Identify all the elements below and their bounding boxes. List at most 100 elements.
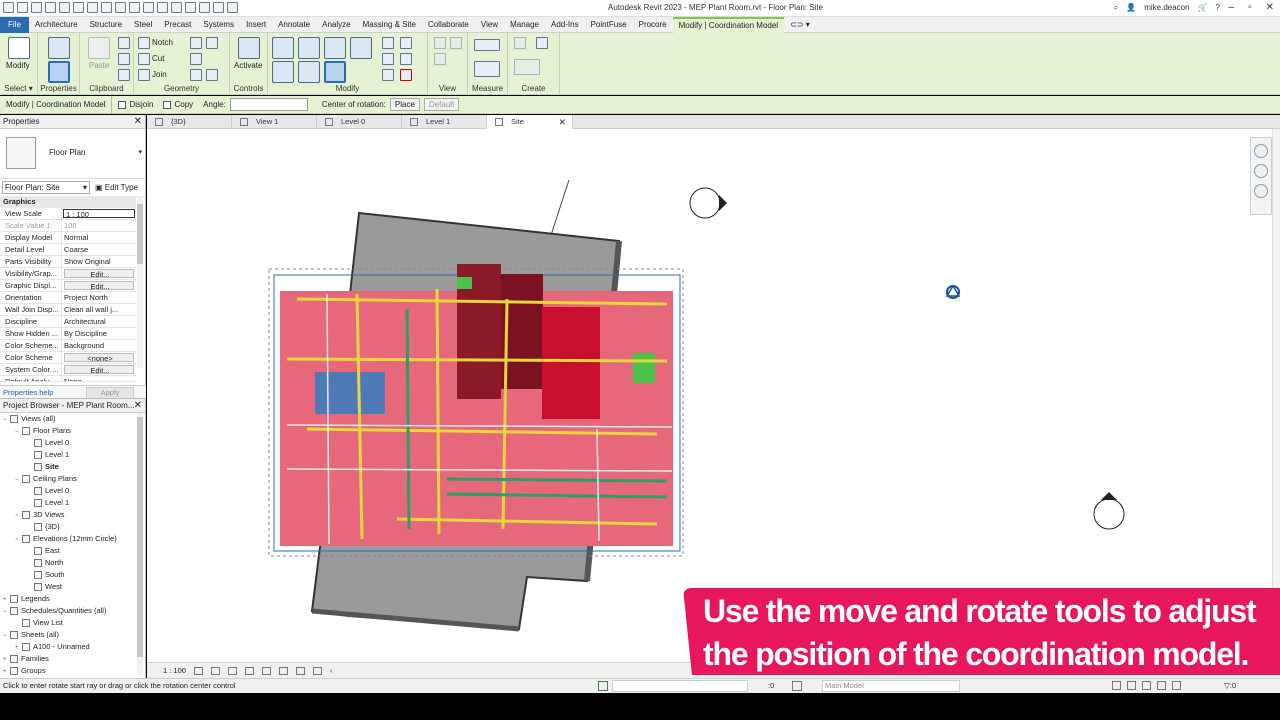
close-icon[interactable]: ✕ — [1266, 2, 1274, 13]
angle-input[interactable] — [229, 98, 308, 111]
print-icon[interactable] — [87, 2, 98, 13]
floor-plan-drawing[interactable] — [147, 129, 1272, 662]
cart-icon[interactable]: 🛒 — [1198, 3, 1208, 13]
edit-type-button[interactable]: ▣ Edit Type — [95, 183, 138, 192]
reveal-hidden-icon[interactable] — [312, 666, 322, 675]
sun-path-icon[interactable] — [227, 666, 237, 675]
select-underlay-icon[interactable] — [1127, 681, 1136, 690]
hide-icon[interactable] — [434, 37, 446, 49]
dimension-icon[interactable] — [115, 2, 126, 13]
tab-procore[interactable]: Procore — [633, 17, 673, 33]
properties-icon[interactable] — [48, 37, 70, 59]
browser-scrollbar[interactable] — [137, 413, 143, 675]
browser-item[interactable]: − Views (all) — [0, 413, 138, 425]
expand-toggle-icon[interactable]: + — [3, 666, 10, 678]
sync-icon[interactable] — [45, 2, 56, 13]
property-row[interactable]: Show Hidden ... By Discipline — [0, 328, 136, 340]
join-label[interactable]: Join — [152, 70, 167, 79]
browser-item[interactable]: {3D} — [0, 521, 138, 533]
filter-count[interactable]: ▽:0 — [1224, 679, 1236, 693]
browser-item[interactable]: West — [0, 581, 138, 593]
restore-icon[interactable]: ▫ — [1248, 2, 1252, 13]
instance-selector[interactable]: Floor Plan: Site ▾ — [2, 181, 90, 194]
3d-view-icon[interactable] — [157, 2, 168, 13]
property-row[interactable]: Color Scheme... Background — [0, 340, 136, 352]
properties-help-link[interactable]: Properties help — [3, 388, 53, 397]
browser-item[interactable]: South — [0, 569, 138, 581]
browser-item[interactable]: − Schedules/Quantities (all) — [0, 605, 138, 617]
cut-geometry-icon[interactable] — [138, 53, 150, 65]
offset-icon[interactable] — [298, 37, 320, 59]
browser-item[interactable]: Site — [0, 461, 138, 473]
browser-item[interactable]: + Groups — [0, 665, 138, 677]
close-icon[interactable]: ✕ — [558, 115, 566, 129]
pin-icon[interactable] — [400, 37, 412, 49]
activate-icon[interactable] — [238, 37, 260, 59]
browser-item[interactable]: Level 1 — [0, 497, 138, 509]
select-links-icon[interactable] — [1112, 681, 1121, 690]
split-icon[interactable] — [382, 37, 394, 49]
tab-precast[interactable]: Precast — [158, 17, 197, 33]
property-row[interactable]: Graphic Displ... Edit... — [0, 280, 136, 292]
property-row[interactable]: Visibility/Grap... Edit... — [0, 268, 136, 280]
zoom-icon[interactable] — [1254, 164, 1268, 178]
select-by-face-icon[interactable] — [1157, 681, 1166, 690]
worksets-icon[interactable] — [598, 681, 608, 691]
browser-item[interactable]: East — [0, 545, 138, 557]
geometry-tool-icon[interactable] — [206, 37, 218, 49]
browser-item[interactable]: − Elevations (12mm Circle) — [0, 533, 138, 545]
help-icon[interactable]: ? — [1216, 3, 1220, 13]
copy-icon[interactable] — [298, 61, 320, 83]
browser-item[interactable]: + Families — [0, 653, 138, 665]
view-tab-view-1[interactable]: View 1 — [232, 115, 317, 129]
design-option-selector[interactable]: Main Model — [822, 680, 960, 692]
chevron-left-icon[interactable]: ‹ — [330, 666, 333, 675]
linework-icon[interactable] — [434, 53, 446, 65]
workset-selector[interactable] — [612, 680, 748, 692]
property-row[interactable]: Orientation Project North — [0, 292, 136, 304]
browser-item[interactable]: + Legends — [0, 593, 138, 605]
close-hidden-icon[interactable] — [199, 2, 210, 13]
place-button[interactable]: Place — [389, 98, 420, 111]
cut-label[interactable]: Cut — [152, 54, 164, 63]
cut-clipboard-icon[interactable] — [118, 37, 130, 49]
browser-item[interactable]: − Sheets (all) — [0, 629, 138, 641]
navigation-options-icon[interactable] — [1254, 184, 1268, 198]
override-icon[interactable] — [450, 37, 462, 49]
crop-view-icon[interactable] — [261, 666, 271, 675]
view-tab-3d[interactable]: {3D} — [147, 115, 232, 129]
modify-button-label[interactable]: Modify — [6, 61, 30, 70]
tab-architecture[interactable]: Architecture — [29, 17, 84, 33]
create-group-icon[interactable] — [514, 59, 540, 75]
tab-modify-coordination-model[interactable]: Modify | Coordination Model — [672, 16, 785, 33]
ribbon-options-icon[interactable]: ⊂⊃ ▾ — [784, 17, 816, 33]
unpin-icon[interactable] — [382, 69, 394, 81]
disjoin-checkbox[interactable]: Disjoin — [118, 100, 153, 109]
switch-windows-icon[interactable] — [213, 2, 224, 13]
property-row[interactable]: System Color ... Edit... — [0, 364, 136, 376]
text-icon[interactable] — [143, 2, 154, 13]
user-icon[interactable]: 👤 — [1126, 3, 1136, 13]
view-tab-level-1[interactable]: Level 1 — [402, 115, 487, 129]
measure-icon[interactable] — [101, 2, 112, 13]
view-scale[interactable]: 1 : 100 — [163, 666, 186, 675]
shadows-icon[interactable] — [244, 666, 254, 675]
notch-label[interactable]: Notch — [152, 38, 173, 47]
tab-steel[interactable]: Steel — [128, 17, 158, 33]
dimension-tool-icon[interactable] — [474, 61, 500, 77]
property-row[interactable]: Discipline Architectural — [0, 316, 136, 328]
drawing-canvas[interactable] — [147, 129, 1272, 662]
join-icon[interactable] — [138, 69, 150, 81]
search-icon[interactable]: ⌕ — [1114, 3, 1118, 13]
mirror-pick-icon[interactable] — [324, 37, 346, 59]
array-icon[interactable] — [382, 53, 394, 65]
drag-elements-icon[interactable] — [1172, 681, 1181, 690]
close-icon[interactable]: ✕ — [134, 399, 142, 413]
thin-lines-icon[interactable] — [185, 2, 196, 13]
move-icon[interactable] — [272, 61, 294, 83]
select-pinned-icon[interactable] — [1142, 681, 1151, 690]
property-row[interactable]: Default Analy...None — [0, 376, 136, 382]
browser-item[interactable]: + A100 - Unnamed — [0, 641, 138, 653]
tab-add-ins[interactable]: Add-Ins — [545, 17, 585, 33]
tab-analyze[interactable]: Analyze — [316, 17, 356, 33]
